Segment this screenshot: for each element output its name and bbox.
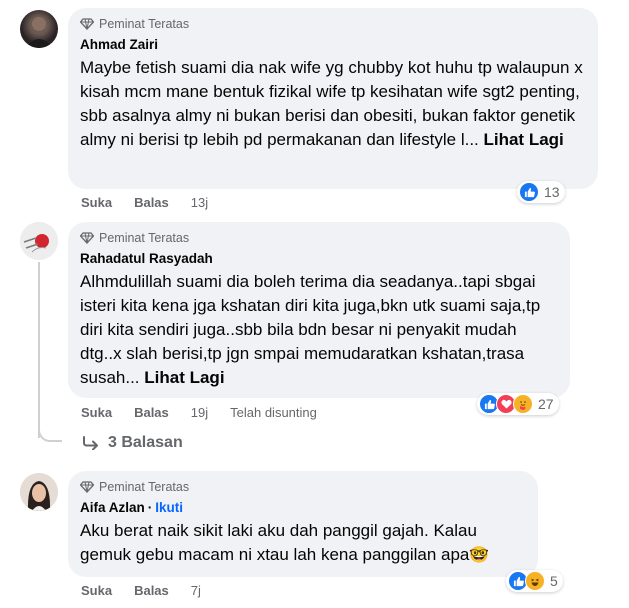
replies-label[interactable]: 3 Balasan bbox=[108, 434, 183, 452]
reply-button[interactable]: Balas bbox=[134, 405, 169, 420]
comment-text: Aku berat naik sikit laki aku dah panggi… bbox=[80, 519, 526, 568]
avatar[interactable] bbox=[20, 10, 58, 48]
view-replies-button[interactable]: 3 Balasan bbox=[82, 434, 183, 452]
top-fan-badge: Peminat Teratas bbox=[80, 479, 526, 495]
reply-arrow-icon bbox=[83, 436, 98, 450]
avatar[interactable] bbox=[20, 473, 58, 511]
author-name[interactable]: Rahadatul Rasyadah bbox=[80, 251, 213, 266]
like-button[interactable]: Suka bbox=[81, 405, 112, 420]
haha-icon bbox=[525, 571, 545, 591]
diamond-icon bbox=[80, 18, 94, 30]
edited-label[interactable]: Telah disunting bbox=[230, 405, 317, 420]
reaction-count: 27 bbox=[538, 396, 554, 412]
comment-bubble: Peminat Teratas Aifa Azlan · Ikuti Aku ber… bbox=[68, 471, 538, 577]
diamond-icon bbox=[80, 232, 94, 244]
comment-text: Maybe fetish suami dia nak wife yg chubb… bbox=[80, 56, 586, 152]
badge-label: Peminat Teratas bbox=[99, 17, 190, 31]
timestamp[interactable]: 7j bbox=[191, 583, 201, 598]
author-name[interactable]: Aifa Azlan bbox=[80, 500, 145, 515]
reaction-count: 5 bbox=[550, 573, 558, 589]
comment-author: Aifa Azlan · Ikuti bbox=[80, 499, 526, 517]
see-more-link[interactable]: Lihat Lagi bbox=[483, 130, 563, 149]
comment-bubble: Peminat Teratas Ahmad Zairi Maybe fetish… bbox=[68, 8, 598, 189]
timestamp[interactable]: 13j bbox=[191, 195, 208, 210]
comment-author[interactable]: Rahadatul Rasyadah bbox=[80, 250, 558, 268]
top-fan-badge: Peminat Teratas bbox=[80, 16, 586, 32]
top-fan-badge: Peminat Teratas bbox=[80, 230, 558, 246]
comment-body: Aku berat naik sikit laki aku dah panggi… bbox=[80, 521, 477, 564]
follow-button[interactable]: Ikuti bbox=[155, 500, 183, 515]
comment-text: Alhmdulillah suami dia boleh terima dia … bbox=[80, 270, 558, 390]
reaction-summary[interactable]: 27 bbox=[477, 393, 559, 415]
diamond-icon bbox=[80, 481, 94, 493]
nerd-face-emoji: 🤓 bbox=[469, 547, 490, 564]
reaction-summary[interactable]: 5 bbox=[506, 570, 563, 592]
reaction-count: 13 bbox=[544, 184, 560, 200]
comment-actions: Suka Balas 19j Telah disunting bbox=[81, 405, 339, 420]
badge-label: Peminat Teratas bbox=[99, 480, 190, 494]
reaction-summary[interactable]: 13 bbox=[517, 181, 565, 203]
comment-actions: Suka Balas 7j bbox=[81, 583, 223, 598]
badge-label: Peminat Teratas bbox=[99, 231, 190, 245]
comment-bubble: Peminat Teratas Rahadatul Rasyadah Alhmd… bbox=[68, 222, 570, 398]
timestamp[interactable]: 19j bbox=[191, 405, 208, 420]
reply-button[interactable]: Balas bbox=[134, 583, 169, 598]
comment-actions: Suka Balas 13j bbox=[81, 195, 230, 210]
separator-dot: · bbox=[147, 500, 153, 515]
like-icon bbox=[519, 182, 539, 202]
reply-button[interactable]: Balas bbox=[134, 195, 169, 210]
like-button[interactable]: Suka bbox=[81, 583, 112, 598]
like-button[interactable]: Suka bbox=[81, 195, 112, 210]
avatar[interactable] bbox=[20, 222, 58, 260]
thread-line bbox=[38, 262, 40, 438]
author-name[interactable]: Ahmad Zairi bbox=[80, 37, 158, 52]
care-icon bbox=[513, 394, 533, 414]
comment-author[interactable]: Ahmad Zairi bbox=[80, 36, 586, 54]
thread-curve bbox=[38, 424, 62, 442]
see-more-link[interactable]: Lihat Lagi bbox=[144, 368, 224, 387]
